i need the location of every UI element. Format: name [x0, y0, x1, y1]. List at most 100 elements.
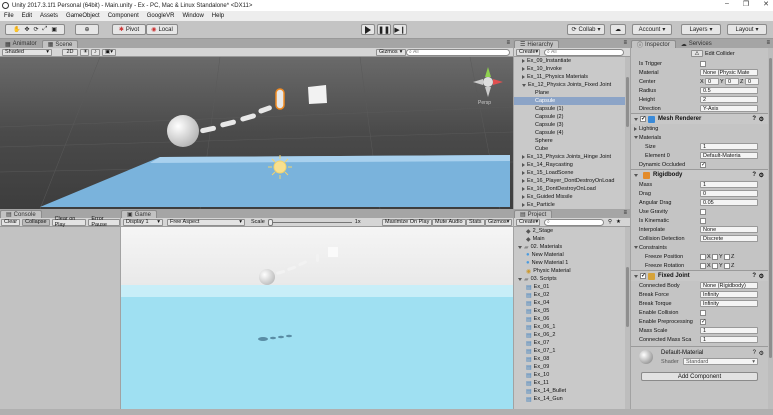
help-icon[interactable]: ?	[752, 273, 756, 279]
scene-search-input[interactable]: ⌕ All	[406, 48, 510, 56]
project-item[interactable]: ▰ 02. Materials	[514, 243, 625, 251]
property-field[interactable]: 1	[700, 327, 758, 334]
cube-object[interactable]	[308, 85, 327, 104]
hierarchy-item[interactable]: Ex_12_Physics Joints_Fixed Joint	[514, 81, 625, 89]
maximize-icon[interactable]: ❐	[743, 0, 749, 8]
tab-game[interactable]: ▣ Game	[121, 210, 158, 218]
property-checkbox[interactable]	[700, 60, 706, 67]
lighting-toggle-icon[interactable]: ☀	[80, 48, 89, 56]
property-field[interactable]: Discrete	[700, 235, 758, 242]
console-clear-button[interactable]: Clear	[1, 218, 21, 226]
2d-toggle[interactable]: 2D	[62, 48, 78, 56]
property-field[interactable]: 0.05	[700, 199, 758, 206]
hierarchy-item[interactable]: Capsule (2)	[514, 113, 625, 121]
project-item[interactable]: ◆ 2_Stage	[514, 227, 625, 235]
property-field[interactable]: None (Rigidbody)	[700, 282, 758, 289]
aspect-dropdown[interactable]: Free Aspect ▾	[167, 218, 245, 226]
freeze-checkbox-x[interactable]	[700, 262, 706, 269]
hierarchy-item[interactable]: Sphere	[514, 137, 625, 145]
rigidbody-header[interactable]: Rigidbody ? ⚙	[631, 169, 768, 180]
project-item[interactable]: ▤ Ex_06	[514, 315, 625, 323]
fold-open-icon[interactable]	[634, 117, 638, 121]
hierarchy-scrollbar[interactable]	[625, 57, 630, 209]
filter-by-type-icon[interactable]: ⚲	[608, 219, 612, 225]
tab-project[interactable]: ▤ Project	[514, 210, 553, 218]
project-item[interactable]: ▤ Ex_14_Bullet	[514, 387, 625, 395]
panel-menu-icon[interactable]: ≡	[623, 40, 627, 46]
property-field[interactable]: 1	[700, 181, 758, 188]
hierarchy-scrollbar-thumb[interactable]	[626, 77, 629, 127]
fold-open-icon[interactable]	[518, 277, 522, 281]
property-field[interactable]: 1	[700, 336, 758, 343]
property-checkbox[interactable]	[700, 318, 706, 325]
menu-item-assets[interactable]: Assets	[40, 13, 58, 19]
panel-menu-icon[interactable]: ≡	[506, 40, 510, 46]
hierarchy-item[interactable]: Ex_15_LoadScene	[514, 169, 625, 177]
fixed-joint-enabled-checkbox[interactable]	[640, 273, 646, 279]
vector-field-y[interactable]: 0	[725, 78, 739, 85]
hierarchy-item[interactable]: Capsule (1)	[514, 105, 625, 113]
project-item[interactable]: ▤ Ex_05	[514, 307, 625, 315]
property-field[interactable]: Y-Axis	[700, 105, 758, 112]
play-button[interactable]	[361, 24, 375, 35]
game-gizmos-button[interactable]: Gizmos ▾	[485, 218, 513, 226]
vector-field-x[interactable]: 0	[705, 78, 719, 85]
project-item[interactable]: ▤ Ex_01	[514, 283, 625, 291]
pause-button[interactable]: ❚❚	[377, 24, 391, 35]
hierarchy-item[interactable]: Ex_Particle	[514, 201, 625, 209]
freeze-checkbox-z[interactable]	[724, 262, 730, 269]
property-checkbox[interactable]	[700, 208, 706, 215]
hierarchy-item[interactable]: Plane	[514, 89, 625, 97]
project-item[interactable]: ● New Material 1	[514, 259, 625, 267]
fold-closed-icon[interactable]	[522, 195, 525, 199]
menu-item-edit[interactable]: Edit	[22, 13, 32, 19]
fold-closed-icon[interactable]	[522, 179, 525, 183]
audio-toggle-icon[interactable]: ♪	[91, 48, 100, 56]
freeze-checkbox-y[interactable]	[712, 262, 718, 269]
property-field[interactable]: 0.5	[700, 87, 758, 94]
hierarchy-item[interactable]: Ex_09_Instantiate	[514, 57, 625, 65]
panel-menu-icon[interactable]: ≡	[623, 210, 627, 216]
pivot-button[interactable]: ✱ Pivot	[112, 24, 146, 35]
gizmos-dropdown[interactable]: Gizmos ▾	[376, 48, 406, 56]
menu-item-file[interactable]: File	[4, 13, 14, 19]
gear-icon[interactable]: ⚙	[759, 273, 764, 280]
project-item[interactable]: ▤ Ex_02	[514, 291, 625, 299]
console-collapse-button[interactable]: Collapse	[22, 218, 50, 226]
hierarchy-item[interactable]: Capsule (4)	[514, 129, 625, 137]
tab-inspector[interactable]: ⓘ Inspector	[631, 40, 676, 49]
hierarchy-item[interactable]: Ex_16_Player_DontDestroyOnLoad	[514, 177, 625, 185]
minimize-icon[interactable]: –	[725, 0, 729, 8]
fold-closed-icon[interactable]	[522, 155, 525, 159]
mesh-renderer-enabled-checkbox[interactable]	[640, 116, 646, 122]
fold-closed-icon[interactable]	[522, 187, 525, 191]
hierarchy-create-dropdown[interactable]: Create ▾	[516, 48, 540, 56]
freeze-checkbox-z[interactable]	[724, 253, 730, 260]
scale-slider[interactable]	[267, 218, 352, 226]
inspector-scrollbar[interactable]	[768, 48, 773, 409]
hierarchy-item[interactable]: Ex_Guided Missile	[514, 193, 625, 201]
tab-animator[interactable]: ▦ Animator	[0, 40, 42, 48]
project-item[interactable]: ● New Material	[514, 251, 625, 259]
step-button[interactable]: ▶❙	[393, 24, 407, 35]
menu-item-help[interactable]: Help	[212, 13, 224, 19]
property-field[interactable]: None (Physic Mate	[700, 69, 758, 76]
hierarchy-search-input[interactable]: ⌕ All	[544, 48, 624, 56]
project-item[interactable]: ▤ Ex_06_1	[514, 323, 625, 331]
mute-audio-button[interactable]: Mute Audio	[432, 218, 466, 226]
add-component-button[interactable]: Add Component	[641, 372, 758, 381]
game-viewport[interactable]	[121, 227, 513, 409]
gear-icon[interactable]: ⚙	[759, 172, 764, 179]
freeze-checkbox-y[interactable]	[712, 253, 718, 260]
fold-open-icon[interactable]	[518, 245, 522, 249]
property-field[interactable]: Default-Materia	[700, 152, 758, 159]
project-item[interactable]: ▤ Ex_07_1	[514, 347, 625, 355]
property-field[interactable]: Infinity	[700, 300, 758, 307]
property-field[interactable]: 1	[700, 143, 758, 150]
fold-closed-icon[interactable]	[522, 171, 525, 175]
stats-button[interactable]: Stats	[466, 218, 485, 226]
fold-open-icon[interactable]	[522, 83, 526, 87]
hierarchy-item[interactable]: Ex_14_Raycasting	[514, 161, 625, 169]
fold-open-icon[interactable]	[634, 274, 638, 278]
project-item[interactable]: ▤ Ex_09	[514, 363, 625, 371]
